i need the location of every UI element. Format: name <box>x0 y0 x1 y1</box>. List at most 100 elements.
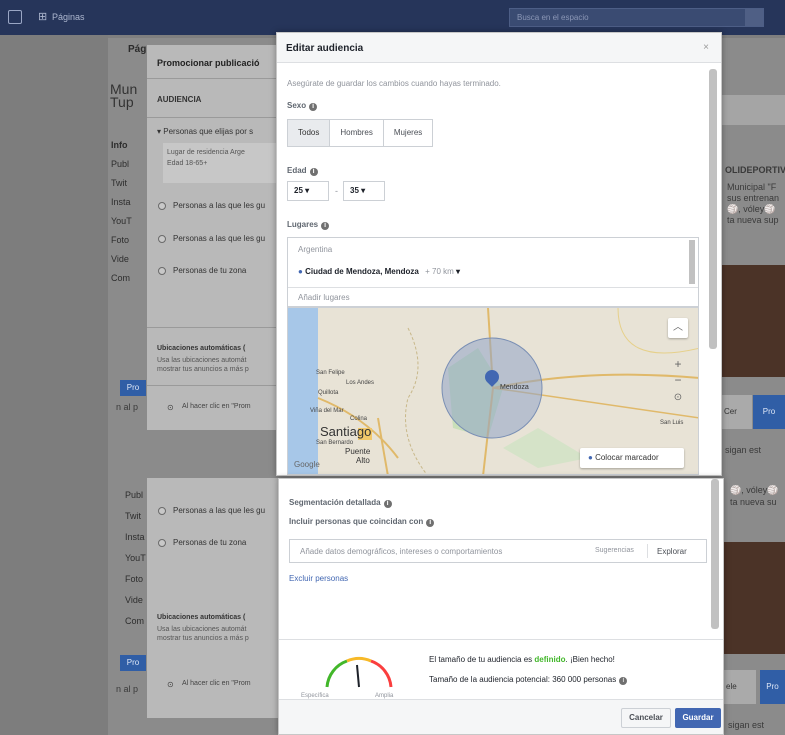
sex-option-men[interactable]: Hombres <box>330 120 384 146</box>
right-post-line: 🏐, vóley🏐 <box>730 485 779 495</box>
audience-radio[interactable] <box>158 507 166 515</box>
include-label-text: Incluir personas que coincidan con <box>289 517 424 526</box>
post-photo[interactable] <box>722 265 785 377</box>
side-menu-item[interactable]: Twit <box>125 506 146 527</box>
add-places-input[interactable]: Añadir lugares <box>298 293 350 302</box>
location-scrollbar[interactable] <box>689 240 695 284</box>
side-menu-item[interactable]: Com <box>125 611 146 632</box>
age-min-value: 25 <box>294 186 303 195</box>
side-menu-item[interactable]: Publ <box>111 155 132 174</box>
right-post-line: Municipal "F <box>727 182 777 192</box>
page-tab[interactable]: Pág <box>128 44 146 55</box>
search-input[interactable]: Busca en el espacio <box>509 8 764 27</box>
detailed-targeting-text: Segmentación detallada <box>289 498 381 507</box>
side-menu-item[interactable]: Vide <box>125 590 146 611</box>
sex-option-all[interactable]: Todos <box>288 120 331 146</box>
promote-dialog-title: Promocionar publicació <box>157 58 260 68</box>
location-radius[interactable]: + 70 km <box>425 267 454 276</box>
close-icon[interactable]: × <box>703 42 709 53</box>
info-icon[interactable]: i <box>321 222 330 230</box>
audience-option-label: Personas de tu zona <box>173 538 247 547</box>
audience-option-custom[interactable]: ▾ Personas que elijas por s <box>157 127 253 136</box>
placements-desc-line: mostrar tus anuncios a más p <box>157 366 249 373</box>
sex-label-text: Sexo <box>287 101 307 110</box>
explore-button[interactable]: Explorar <box>657 547 687 556</box>
pages-link[interactable]: Páginas <box>52 12 85 22</box>
chevron-down-icon: ▾ <box>305 186 310 195</box>
audience-size-gauge <box>325 656 393 688</box>
side-menu-item[interactable]: YouT <box>125 548 146 569</box>
side-menu-item[interactable]: Publ <box>125 485 146 506</box>
location-map[interactable]: Mendoza San Felipe Los Andes Quillota Vi… <box>287 307 699 475</box>
age-min-select[interactable]: 25 ▾ <box>287 181 329 201</box>
detailed-targeting-label: Segmentación detallada i <box>289 498 392 508</box>
zoom-out-icon[interactable]: − <box>670 372 686 388</box>
audience-radio[interactable] <box>158 267 166 275</box>
right-cancel-stub[interactable]: Cer <box>722 395 752 429</box>
exclude-people-link[interactable]: Excluir personas <box>289 574 348 583</box>
suggestions-link[interactable]: Sugerencias <box>595 547 634 554</box>
map-label: Quillota <box>318 390 339 396</box>
placements-desc-line: Usa las ubicaciones automát <box>157 626 247 633</box>
cancel-button[interactable]: Cancelar <box>621 708 671 728</box>
right-post-text-lower: 🏐, vóley🏐 ta nueva su <box>730 484 778 508</box>
side-menu-item[interactable]: Insta <box>125 527 146 548</box>
facebook-logo-icon[interactable] <box>8 10 22 24</box>
info-icon[interactable]: i <box>309 103 318 111</box>
locations-box: Argentina ● Ciudad de Mendoza, Mendoza +… <box>287 237 699 307</box>
promote-button-lower[interactable]: Pro <box>120 655 146 671</box>
side-menu-item[interactable]: Foto <box>125 569 146 590</box>
side-menu-item[interactable]: YouT <box>111 212 132 231</box>
map-collapse-icon[interactable]: ︿ <box>668 318 688 338</box>
map-label: San Bernardo <box>316 440 354 446</box>
divider <box>288 287 698 288</box>
dialog-scrollbar[interactable] <box>709 69 717 349</box>
audience-size-status: El tamaño de tu audiencia es definido. ¡… <box>429 655 615 664</box>
right-promote-button[interactable]: Pro <box>753 395 785 429</box>
audience-option-label: Personas a las que les gu <box>173 506 266 515</box>
edit-audience-dialog-lower: Segmentación detallada i Incluir personas… <box>278 478 724 735</box>
promote-post-dialog: Promocionar publicació AUDIENCIA ▾ Perso… <box>147 45 283 430</box>
location-name: Ciudad de Mendoza, Mendoza <box>305 267 419 276</box>
info-icon[interactable]: i <box>426 519 435 527</box>
left-margin <box>0 35 108 735</box>
side-menu-item[interactable]: Foto <box>111 231 132 250</box>
audience-option-label: Personas a las que les gu <box>173 234 266 243</box>
footer-note: Al hacer clic en "Prom <box>182 403 251 410</box>
side-menu-item[interactable]: Info <box>111 136 132 155</box>
side-menu-item[interactable]: Vide <box>111 250 132 269</box>
right-post-line: ta nueva su <box>730 497 777 507</box>
location-pin-icon: ● <box>298 267 303 276</box>
dialog-scrollbar[interactable] <box>711 479 719 629</box>
sex-option-women[interactable]: Mujeres <box>384 120 432 146</box>
side-menu-item[interactable]: Twit <box>111 174 132 193</box>
audience-radio[interactable] <box>158 539 166 547</box>
my-location-icon[interactable]: ⊙ <box>670 390 686 406</box>
detailed-targeting-input[interactable]: Añade datos demográficos, intereses o co… <box>289 539 707 563</box>
side-menu-item[interactable]: Insta <box>111 193 132 212</box>
save-button[interactable]: Guardar <box>675 708 721 728</box>
sex-selector: Todos Hombres Mujeres <box>287 119 434 147</box>
right-cancel-stub-lower[interactable]: ele <box>724 670 756 704</box>
info-icon[interactable]: i <box>383 500 392 508</box>
search-icon[interactable] <box>745 9 763 26</box>
map-label: San Felipe <box>316 370 345 376</box>
dialog-title: Editar audiencia <box>286 43 364 54</box>
post-photo-lower[interactable] <box>724 542 785 654</box>
info-icon[interactable]: i <box>309 168 318 176</box>
zoom-in-icon[interactable]: + <box>670 356 686 372</box>
right-promote-button-lower[interactable]: Pro <box>760 670 785 704</box>
left-note-lower: n al p <box>116 684 139 694</box>
location-item[interactable]: ● Ciudad de Mendoza, Mendoza + 70 km ▾ <box>298 267 460 276</box>
drop-pin-label: Colocar marcador <box>595 453 659 462</box>
audience-radio[interactable] <box>158 235 166 243</box>
drop-pin-button[interactable]: ● Colocar marcador <box>580 448 684 468</box>
info-icon[interactable]: i <box>619 677 628 685</box>
side-menu-item[interactable]: Com <box>111 269 132 288</box>
age-max-select[interactable]: 35 ▾ <box>343 181 385 201</box>
map-label: Los Andes <box>346 380 375 386</box>
audience-radio[interactable] <box>158 202 166 210</box>
promote-button[interactable]: Pro <box>120 380 146 396</box>
save-hint: Asegúrate de guardar los cambios cuando … <box>287 79 501 88</box>
chevron-down-icon[interactable]: ▾ <box>456 267 460 276</box>
